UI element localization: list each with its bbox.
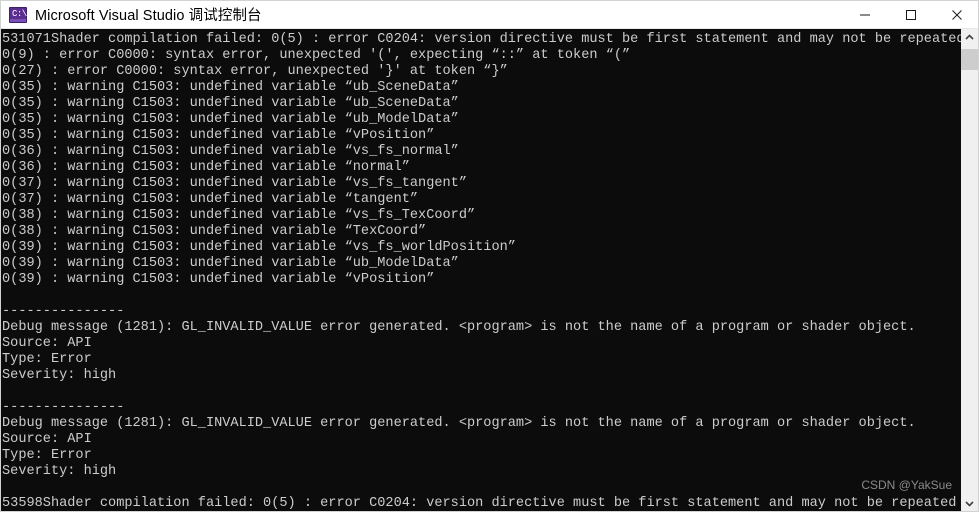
window-title: Microsoft Visual Studio 调试控制台 <box>35 8 262 24</box>
console-text: 531071Shader compilation failed: 0(5) : … <box>2 32 963 511</box>
scrollbar-thumb[interactable] <box>961 49 978 70</box>
close-button[interactable] <box>934 1 978 29</box>
close-icon <box>952 10 962 20</box>
app-icon-bar <box>10 18 26 22</box>
chevron-up-icon <box>965 34 974 40</box>
console-window: C:\ Microsoft Visual Studio 调试控制台 531071… <box>0 0 979 512</box>
scrollbar-track[interactable] <box>961 46 978 495</box>
maximize-icon <box>906 10 916 20</box>
chevron-down-icon <box>965 501 974 507</box>
scroll-up-button[interactable] <box>961 29 978 46</box>
vertical-scrollbar[interactable] <box>961 29 978 511</box>
app-icon-glyph: C:\ <box>12 8 27 19</box>
console-output-area[interactable]: 531071Shader compilation failed: 0(5) : … <box>1 29 963 511</box>
scroll-down-button[interactable] <box>961 495 978 511</box>
minimize-icon <box>860 14 870 16</box>
console-app-icon: C:\ <box>9 6 27 23</box>
minimize-button[interactable] <box>842 1 888 29</box>
maximize-button[interactable] <box>888 1 934 29</box>
window-controls <box>842 1 978 29</box>
title-bar[interactable]: C:\ Microsoft Visual Studio 调试控制台 <box>1 1 978 29</box>
